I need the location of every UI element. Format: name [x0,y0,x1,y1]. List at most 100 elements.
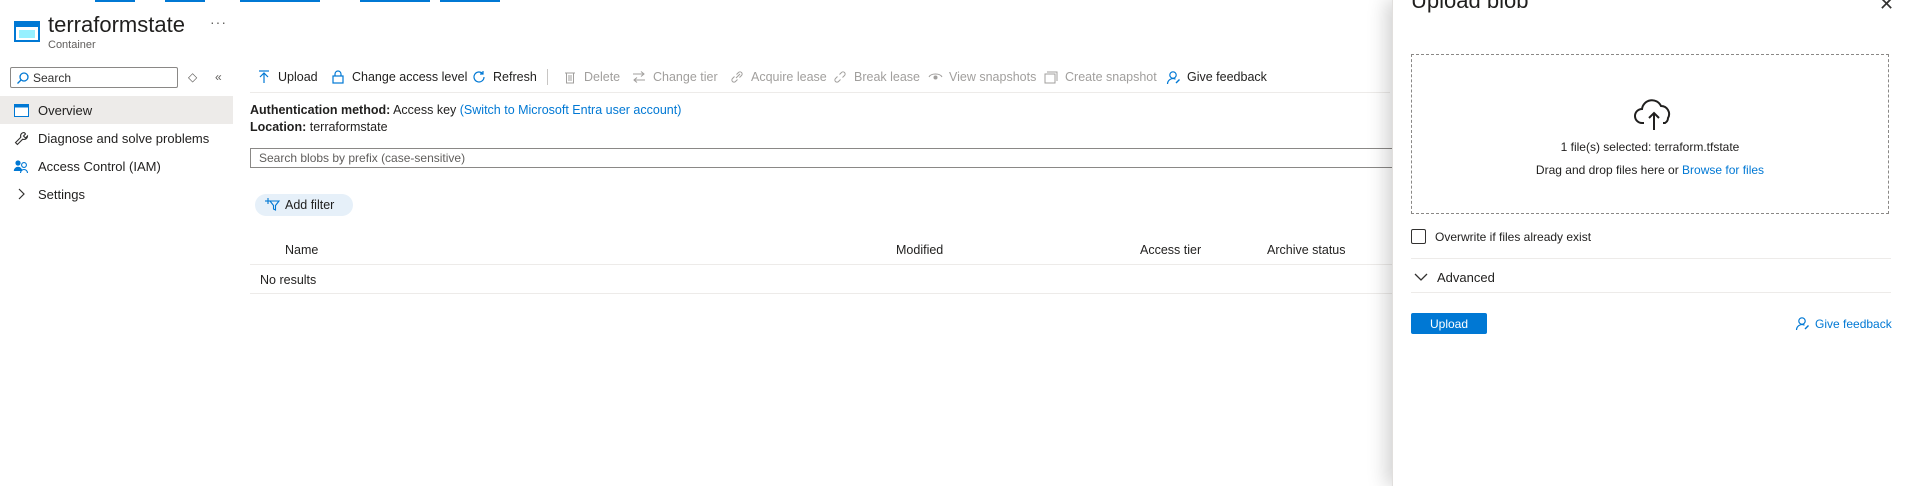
create-snapshot-label: Create snapshot [1065,70,1157,84]
page-title: terraformstate [48,12,185,37]
change-access-level-button[interactable]: Change access level [330,66,467,88]
give-feedback-label: Give feedback [1187,70,1267,84]
search-icon [17,72,29,84]
trash-icon [562,69,578,85]
drag-drop-label: Drag and drop files here [1535,163,1665,177]
nav-search-input[interactable]: Search [10,67,178,88]
acquire-lease-button[interactable]: Acquire lease [729,66,827,88]
panel-feedback-label: Give feedback [1815,316,1892,331]
feedback-icon [1795,317,1809,331]
sidebar-item-label: Overview [38,102,93,118]
upload-label: Upload [278,70,318,84]
breadcrumb-fragment [240,0,320,2]
break-lease-button[interactable]: Break lease [832,66,920,88]
advanced-label: Advanced [1437,269,1495,285]
blob-search-input[interactable]: Search blobs by prefix (case-sensitive) [250,148,1400,168]
upload-icon [256,69,272,85]
command-bar: Upload Change access level Refresh Delet… [250,66,1390,88]
add-filter-button[interactable]: Add filter [255,194,353,216]
upload-submit-button[interactable]: Upload [1411,313,1487,334]
auth-value: Access key [393,103,457,117]
container-icon [14,21,40,42]
table-header-divider [250,264,1400,265]
more-options-button[interactable]: ··· [210,14,227,30]
switch-auth-link[interactable]: (Switch to Microsoft Entra user account) [460,103,682,117]
nav-search-placeholder: Search [33,71,72,85]
cloud-upload-icon [1634,99,1671,130]
refresh-button[interactable]: Refresh [471,66,537,88]
panel-feedback-link[interactable]: Give feedback [1795,316,1892,331]
chevron-down-icon [1414,273,1428,281]
sidebar-item-iam[interactable]: Access Control (IAM) [0,152,233,180]
wrench-icon [13,130,29,146]
file-drop-zone[interactable]: 1 file(s) selected: terraform.tfstate Dr… [1411,54,1889,214]
change-access-label: Change access level [352,70,468,84]
browse-files-link[interactable]: Browse for files [1682,163,1764,177]
location-value: terraformstate [309,120,388,134]
people-icon [13,158,29,174]
authentication-method: Authentication method: Access key (Switc… [250,103,681,117]
page-subtitle: Container [48,39,96,51]
location: Location: terraformstate [250,120,388,134]
change-tier-button[interactable]: Change tier [631,66,718,88]
delete-button[interactable]: Delete [562,66,620,88]
sidebar-item-overview[interactable]: Overview [0,96,233,124]
panel-divider [1411,258,1891,259]
sort-icon[interactable]: ◇ [188,70,197,84]
breadcrumb-fragment [95,0,135,2]
container-icon [13,102,29,118]
advanced-toggle[interactable]: Advanced [1411,268,1495,286]
overwrite-label: Overwrite if files already exist [1435,230,1592,244]
breadcrumb-fragment [165,0,205,2]
acquire-lease-label: Acquire lease [751,70,827,84]
change-tier-label: Change tier [653,70,718,84]
create-snapshot-button[interactable]: Create snapshot [1043,66,1157,88]
toolbar-divider [547,69,548,85]
refresh-icon [471,69,487,85]
eye-icon [927,69,943,85]
filter-add-icon [265,198,281,211]
view-snapshots-label: View snapshots [949,70,1037,84]
link-icon [729,69,745,85]
sidebar-item-label: Access Control (IAM) [38,158,161,174]
breadcrumb-fragment [360,0,430,2]
feedback-icon [1165,69,1181,85]
location-label: Location: [250,120,307,134]
sidebar-item-diagnose[interactable]: Diagnose and solve problems [0,124,233,152]
column-header-modified[interactable]: Modified [896,243,943,257]
column-header-archive-status[interactable]: Archive status [1267,243,1346,257]
snapshot-icon [1043,69,1059,85]
collapse-icon[interactable]: « [215,70,222,84]
column-header-access-tier[interactable]: Access tier [1140,243,1201,257]
refresh-label: Refresh [493,70,537,84]
swap-icon [631,69,647,85]
give-feedback-button[interactable]: Give feedback [1165,66,1267,88]
empty-state-text: No results [260,273,317,287]
panel-divider [1411,292,1891,293]
column-header-name[interactable]: Name [285,243,318,257]
toolbar-divider [250,92,1390,93]
close-icon[interactable]: ✕ [1879,0,1894,15]
or-label: or [1668,163,1679,177]
chevron-right-icon [13,186,29,202]
sidebar-item-label: Settings [38,186,85,202]
auth-label: Authentication method: [250,103,391,117]
selected-files-text: 1 file(s) selected: terraform.tfstate [1560,140,1740,154]
overwrite-checkbox[interactable] [1411,229,1426,244]
breadcrumb-fragment [440,0,500,2]
break-lease-label: Break lease [854,70,921,84]
lock-icon [330,69,346,85]
blob-search-placeholder: Search blobs by prefix (case-sensitive) [259,151,466,165]
delete-label: Delete [584,70,621,84]
panel-title: Upload blob [1411,0,1529,13]
page-header: terraformstate Container ··· [0,0,1390,56]
view-snapshots-button[interactable]: View snapshots [927,66,1036,88]
upload-blob-panel: Upload blob ✕ 1 file(s) selected: terraf… [1392,0,1906,486]
upload-button[interactable]: Upload [256,66,318,88]
drag-drop-text: Drag and drop files here or Browse for f… [1412,163,1888,177]
sidebar-item-settings[interactable]: Settings [0,180,233,208]
add-filter-label: Add filter [285,198,335,212]
table-row-divider [250,293,1400,294]
left-nav: Search ◇ « Overview Diagnose and solve p… [0,62,233,486]
sidebar-item-label: Diagnose and solve problems [38,130,210,146]
